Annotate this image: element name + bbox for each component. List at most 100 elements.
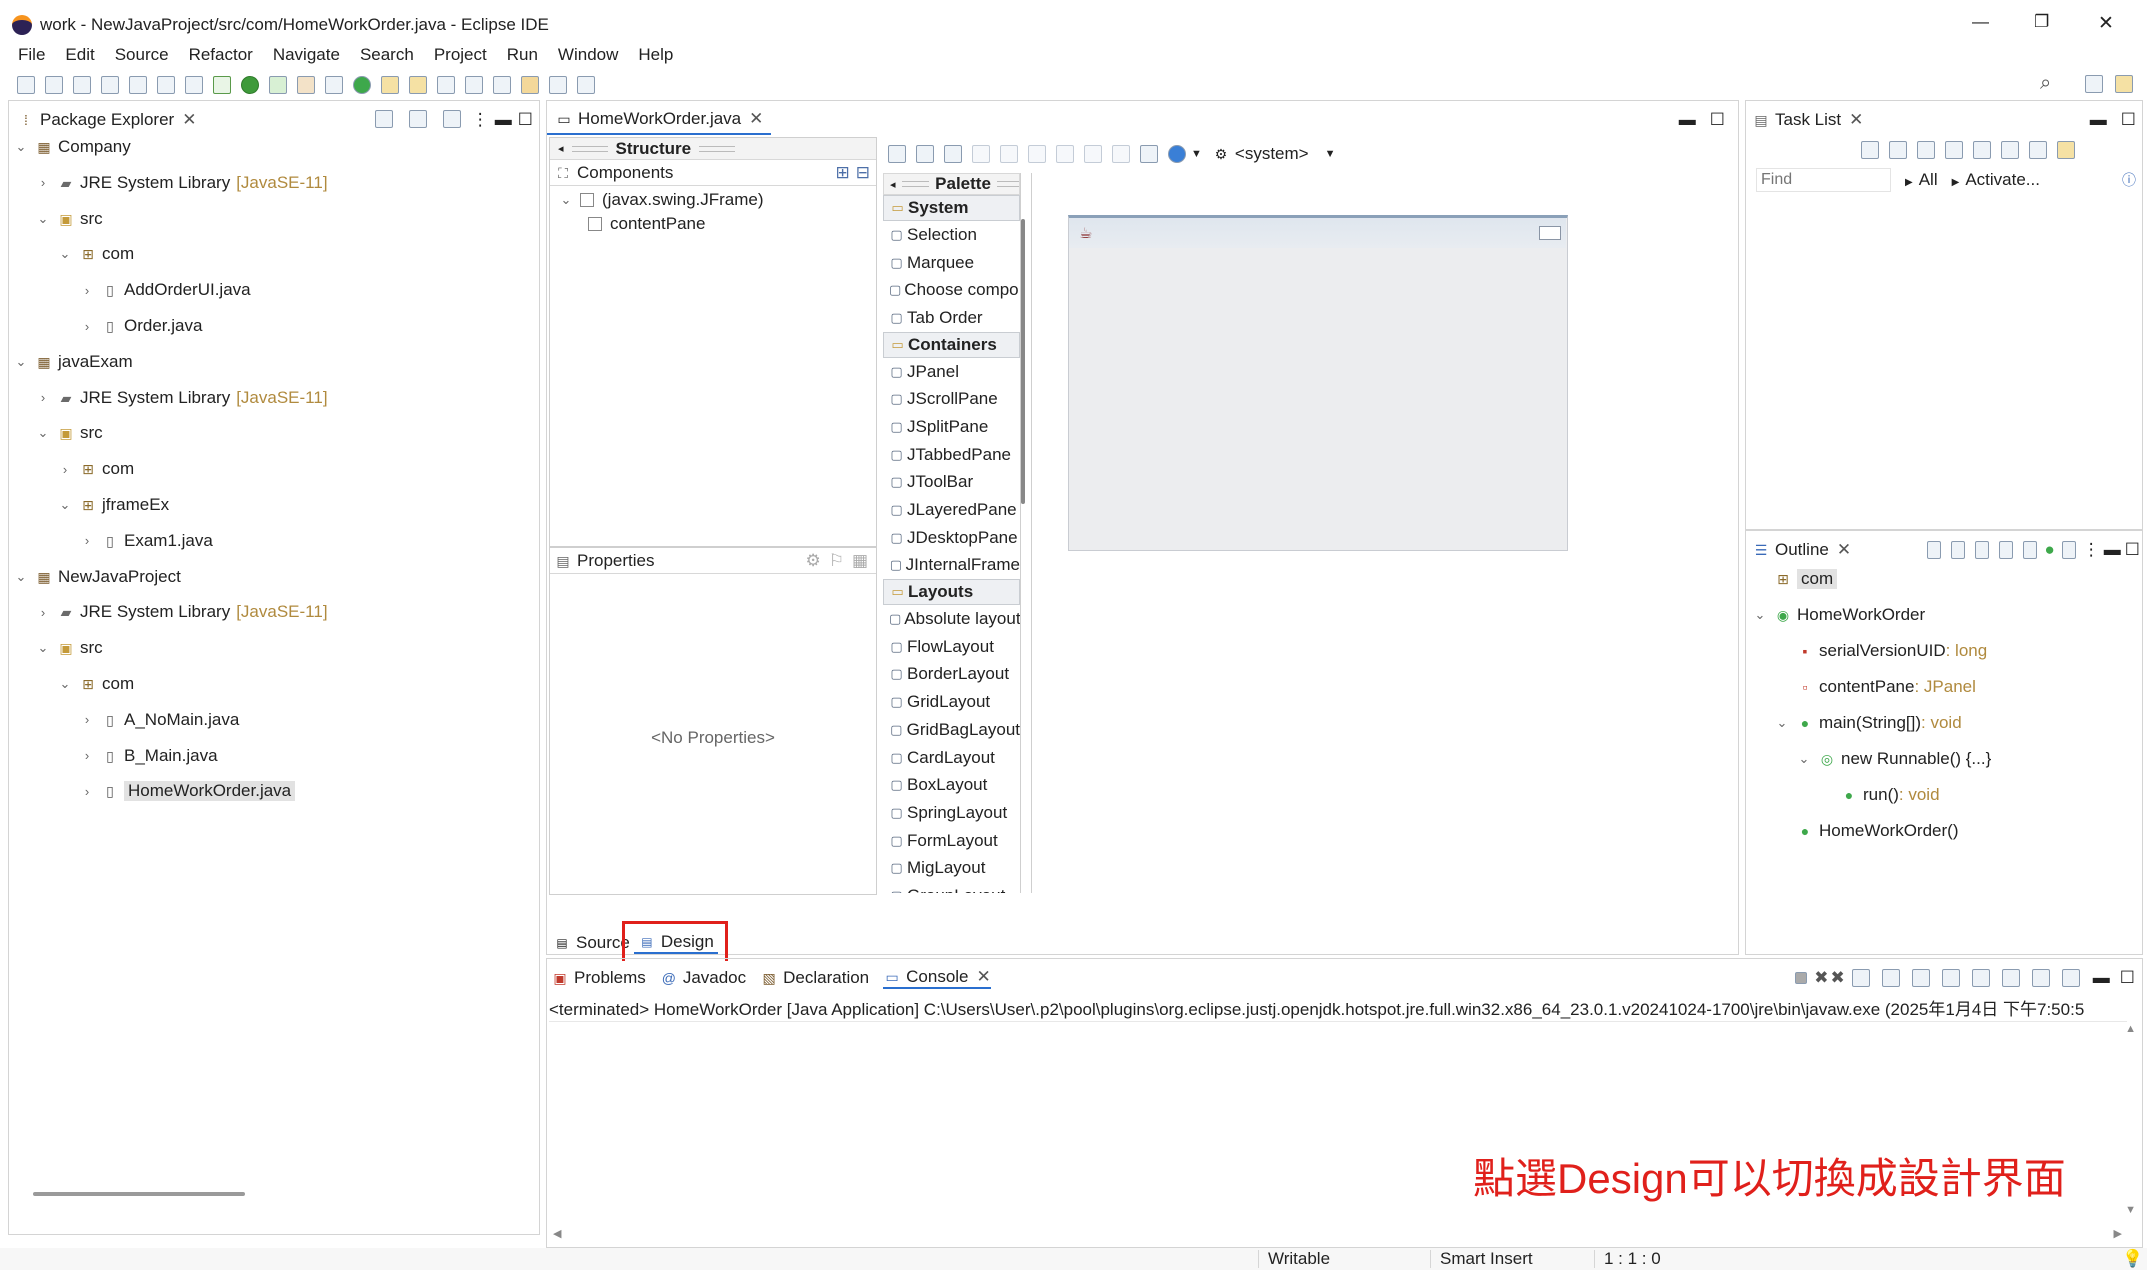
- chevron-right-icon[interactable]: ›: [35, 605, 51, 620]
- skip-breakpoints-icon[interactable]: [185, 76, 203, 94]
- activate-filter[interactable]: ▶ Activate...: [1952, 170, 2040, 190]
- menu-edit[interactable]: Edit: [55, 45, 104, 65]
- tree-item[interactable]: › ▯ A_NoMain.java: [79, 708, 239, 732]
- design-canvas[interactable]: ☕: [1031, 173, 1733, 893]
- chevron-right-icon[interactable]: ›: [35, 175, 51, 190]
- show-events-icon[interactable]: ⚙: [805, 551, 820, 571]
- search-tool-icon[interactable]: [437, 76, 455, 94]
- tree-item[interactable]: ⌄ ▣ src: [35, 207, 103, 231]
- tree-item[interactable]: › ▰ JRE System Library [JavaSE-11]: [35, 600, 328, 624]
- horizontal-scrollbar[interactable]: [33, 1192, 245, 1196]
- chevron-down-icon[interactable]: ⌄: [35, 211, 51, 227]
- preview-icon[interactable]: [916, 145, 934, 163]
- show-stdout-icon[interactable]: [1941, 969, 1960, 987]
- palette-item[interactable]: ▢ JScrollPane: [883, 385, 1020, 413]
- collapse-all-icon[interactable]: ⊟: [856, 163, 870, 183]
- open-perspective-icon[interactable]: [2085, 75, 2103, 93]
- menu-search[interactable]: Search: [350, 45, 424, 65]
- remove-launch-icon[interactable]: ✖: [1814, 968, 1828, 988]
- palette-category[interactable]: ▭ System: [883, 195, 1020, 221]
- externalize-strings-icon[interactable]: [944, 145, 962, 163]
- tree-item[interactable]: ⌄ ▦ Company: [13, 135, 131, 159]
- next-annotation-icon[interactable]: [465, 76, 483, 94]
- synchronize-icon[interactable]: [2001, 141, 2019, 159]
- editor-tab[interactable]: ▭ HomeWorkOrder.java ✕: [547, 105, 772, 135]
- palette-item[interactable]: ▢ JPanel: [883, 358, 1020, 386]
- help-icon[interactable]: ⓘ: [2122, 170, 2136, 190]
- chevron-down-icon[interactable]: ⌄: [35, 640, 51, 656]
- link-editor-icon[interactable]: [408, 110, 427, 128]
- close-tab-icon[interactable]: ✕: [182, 110, 196, 130]
- new-java-project-icon[interactable]: [325, 76, 343, 94]
- chevron-right-icon[interactable]: ›: [79, 533, 95, 548]
- chevron-right-icon[interactable]: ›: [79, 712, 95, 727]
- tree-item[interactable]: › ▯ HomeWorkOrder.java: [79, 779, 296, 803]
- declaration-tab[interactable]: ▧ Declaration: [760, 968, 870, 988]
- hide-fields-icon[interactable]: [1999, 541, 2014, 559]
- close-tab-icon[interactable]: ✕: [749, 109, 763, 129]
- palette-item[interactable]: ▢ CardLayout: [883, 744, 1020, 772]
- save-icon[interactable]: [45, 76, 63, 94]
- menu-navigate[interactable]: Navigate: [263, 45, 350, 65]
- properties-menu-icon[interactable]: ▦: [852, 551, 868, 571]
- palette-item[interactable]: ▢ Marquee: [883, 249, 1020, 277]
- chevron-down-icon[interactable]: ⌄: [57, 676, 73, 692]
- outline-item[interactable]: ⊞ com: [1752, 567, 1838, 591]
- delete-icon[interactable]: [1112, 145, 1130, 163]
- copy-icon[interactable]: [1056, 145, 1074, 163]
- tree-item[interactable]: › ▯ B_Main.java: [79, 744, 218, 768]
- outline-tab[interactable]: Outline: [1775, 540, 1829, 560]
- view-menu-icon[interactable]: ⋮: [472, 110, 489, 130]
- chevron-right-icon[interactable]: ›: [57, 462, 73, 477]
- remove-all-icon[interactable]: ✖: [1831, 968, 1845, 988]
- new-task-icon[interactable]: [1861, 141, 1879, 159]
- chevron-right-icon[interactable]: ›: [79, 283, 95, 298]
- tree-item[interactable]: › ⊞ com: [57, 457, 134, 481]
- tree-item[interactable]: ⌄ ▦ NewJavaProject: [13, 565, 181, 589]
- problems-tab[interactable]: ▣ Problems: [551, 968, 645, 988]
- jframe-preview[interactable]: ☕: [1068, 215, 1568, 551]
- tree-item[interactable]: › ▰ JRE System Library [JavaSE-11]: [35, 171, 328, 195]
- new-icon[interactable]: [17, 76, 35, 94]
- open-type-icon[interactable]: [381, 76, 399, 94]
- chevron-down-icon[interactable]: ⌄: [57, 497, 73, 513]
- tree-item[interactable]: › ▯ Exam1.java: [79, 529, 213, 553]
- close-tab-icon[interactable]: ✕: [1837, 540, 1851, 560]
- chevron-right-icon[interactable]: ›: [79, 748, 95, 763]
- chevron-right-icon[interactable]: ›: [79, 319, 95, 334]
- palette-item[interactable]: ▢ JLayeredPane: [883, 496, 1020, 524]
- menu-window[interactable]: Window: [548, 45, 628, 65]
- look-and-feel-icon[interactable]: [1168, 145, 1186, 163]
- close-tab-icon[interactable]: ✕: [1849, 110, 1863, 130]
- palette-item[interactable]: ▢ Absolute layout: [883, 605, 1020, 633]
- scheduled-icon[interactable]: [1917, 141, 1935, 159]
- chevron-down-icon[interactable]: ⌄: [1796, 751, 1812, 767]
- palette-item[interactable]: ▢ BoxLayout: [883, 771, 1020, 799]
- redo-icon[interactable]: [129, 76, 147, 94]
- sort-icon[interactable]: [1975, 541, 1990, 559]
- palette-item[interactable]: ▢ Tab Order: [883, 304, 1020, 332]
- collapse-outline-icon[interactable]: [1951, 541, 1966, 559]
- javadoc-tab[interactable]: @ Javadoc: [660, 968, 746, 988]
- clear-console-icon[interactable]: [1851, 969, 1870, 987]
- chevron-down-icon[interactable]: ⌄: [1774, 715, 1790, 731]
- save-all-icon[interactable]: [73, 76, 91, 94]
- repositories-icon[interactable]: [2057, 141, 2075, 159]
- restore-button[interactable]: ❐: [2034, 12, 2049, 32]
- chevron-down-icon[interactable]: ⌄: [57, 246, 73, 262]
- maximize-view-icon[interactable]: ☐: [2121, 110, 2136, 130]
- back-icon[interactable]: [521, 76, 539, 94]
- open-console-icon[interactable]: [2061, 969, 2080, 987]
- hide-local-types-icon[interactable]: [2061, 541, 2076, 559]
- tree-item[interactable]: ⌄ ⊞ jframeEx: [57, 493, 170, 517]
- maximize-view-icon[interactable]: ☐: [518, 110, 533, 130]
- tree-item[interactable]: ⌄ ▦ javaExam: [13, 350, 133, 374]
- collapse-tasks-icon[interactable]: [2029, 141, 2047, 159]
- palette-item[interactable]: ▢GroupLayout: [883, 882, 1020, 893]
- terminate-icon[interactable]: [1795, 972, 1808, 984]
- scroll-left-icon[interactable]: ◀: [553, 1227, 561, 1240]
- paste-icon[interactable]: [1084, 145, 1102, 163]
- minimize-view-icon[interactable]: ▬: [1679, 110, 1696, 130]
- component-item[interactable]: contentPane: [588, 212, 705, 236]
- collapse-all-icon[interactable]: [374, 110, 393, 128]
